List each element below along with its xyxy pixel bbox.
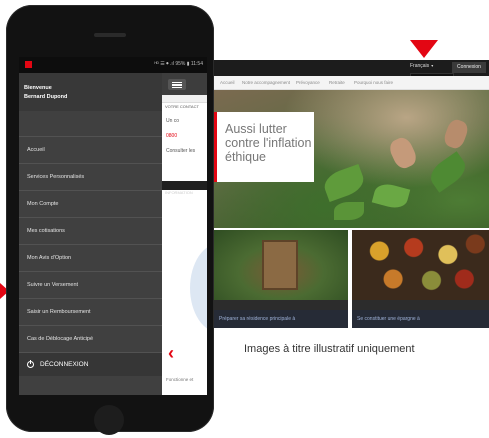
tile-caption: Préparer sa résidence principale à — [214, 310, 348, 328]
tile-caption: Se constituer une épargne à — [352, 310, 489, 328]
menu-item-home[interactable]: Accueil — [19, 136, 162, 163]
leaf-shape — [334, 202, 364, 220]
menu-item-my-account[interactable]: Mon Compte — [19, 190, 162, 217]
menu-item-contributions[interactable]: Mes cotisations — [19, 217, 162, 244]
nav-item-retraite[interactable]: Retraite — [329, 80, 345, 85]
tile-residence[interactable]: Préparer sa résidence principale à — [214, 230, 348, 328]
disclaimer-caption: Images à titre illustratif uniquement — [244, 343, 415, 355]
home-button[interactable] — [94, 405, 124, 435]
nav-item-home[interactable]: Accueil — [220, 80, 235, 85]
hand-shape — [386, 134, 420, 172]
site-header — [162, 73, 207, 95]
leaf-shape — [320, 163, 368, 203]
nav-item-prevoyance[interactable]: Prévoyance — [296, 80, 320, 85]
logout-button[interactable]: DÉCONNEXION — [19, 352, 162, 376]
language-label: Français — [410, 63, 430, 69]
menu-item-enter-refund[interactable]: Saisir un Remboursement — [19, 298, 162, 325]
drawer-greeting: Bienvenue — [24, 85, 52, 91]
hero-card: Aussi lutter contre l'inflation éthique — [214, 112, 314, 182]
phone-screen: ᴴᴰ ☰ ⦁ .ıl 95% ▮ 11:54 VOTRE CONTACT Un … — [19, 57, 207, 395]
contact-strip: VOTRE CONTACT — [162, 95, 207, 109]
language-selector[interactable]: Français ▾ — [410, 63, 433, 69]
power-icon — [27, 360, 34, 368]
mobile-site-behind-drawer: VOTRE CONTACT Un co 0800 Consulter les I… — [162, 73, 207, 395]
desktop-nav-bar: Accueil Notre accompagnement Prévoyance … — [214, 76, 489, 90]
hamburger-menu-icon[interactable] — [168, 79, 186, 90]
tile-savings[interactable]: Se constituer une épargne à — [352, 230, 489, 328]
site-footer-text: Fonctionne et — [166, 377, 194, 382]
insect-hotel-icon — [262, 240, 298, 290]
login-button[interactable]: Connexion — [452, 62, 486, 73]
menu-item-track-payment[interactable]: Suivre un Versement — [19, 271, 162, 298]
contact-consult-text[interactable]: Consulter les — [166, 148, 195, 154]
leaf-shape — [371, 180, 411, 212]
info-bar: INFORMATION — [162, 181, 207, 195]
leaf-shape — [425, 151, 471, 193]
contact-strip-label: VOTRE CONTACT — [165, 104, 199, 109]
menu-item-option-notice[interactable]: Mon Avis d'Option — [19, 244, 162, 271]
app-notification-icon — [25, 61, 32, 68]
menu-item-personal-services[interactable]: Services Personnalisés — [19, 163, 162, 190]
decorative-circle — [190, 243, 207, 333]
chevron-left-icon[interactable]: ‹ — [168, 343, 174, 364]
info-bar-label: INFORMATION — [165, 190, 193, 195]
drawer-menu: Accueil Services Personnalisés Mon Compt… — [19, 136, 162, 376]
contact-mail-text: Un co — [166, 118, 180, 124]
chevron-down-icon: ▾ — [431, 63, 434, 68]
status-indicators: ᴴᴰ ☰ ⦁ .ıl 95% ▮ 11:54 — [154, 61, 204, 67]
navigation-drawer: Bienvenue Bernard Dupond Accueil Service… — [19, 73, 162, 395]
contact-phone-text[interactable]: 0800 — [166, 133, 177, 139]
drawer-user-name: Bernard Dupond — [24, 94, 68, 100]
hand-shape — [441, 117, 471, 151]
nav-item-support[interactable]: Notre accompagnement — [242, 80, 290, 85]
logout-label: DÉCONNEXION — [40, 361, 89, 368]
tile-image-spices — [352, 230, 489, 300]
phone-speaker — [94, 33, 126, 37]
feature-tiles: Préparer sa résidence principale à Se co… — [214, 230, 489, 328]
nav-item-why-us[interactable]: Pourquoi nous faire — [354, 80, 393, 85]
status-bar: ᴴᴰ ☰ ⦁ .ıl 95% ▮ 11:54 — [19, 57, 207, 73]
menu-item-early-release[interactable]: Cas de Déblocage Anticipé — [19, 325, 162, 352]
red-arrow-down-icon — [410, 40, 438, 58]
drawer-header: Bienvenue Bernard Dupond — [19, 73, 162, 111]
hero-title: Aussi lutter contre l'inflation éthique — [225, 122, 312, 164]
desktop-website-screenshot: Français▾ Connexion Français English Acc… — [214, 60, 489, 328]
hero-image: Aussi lutter contre l'inflation éthique — [214, 90, 489, 228]
